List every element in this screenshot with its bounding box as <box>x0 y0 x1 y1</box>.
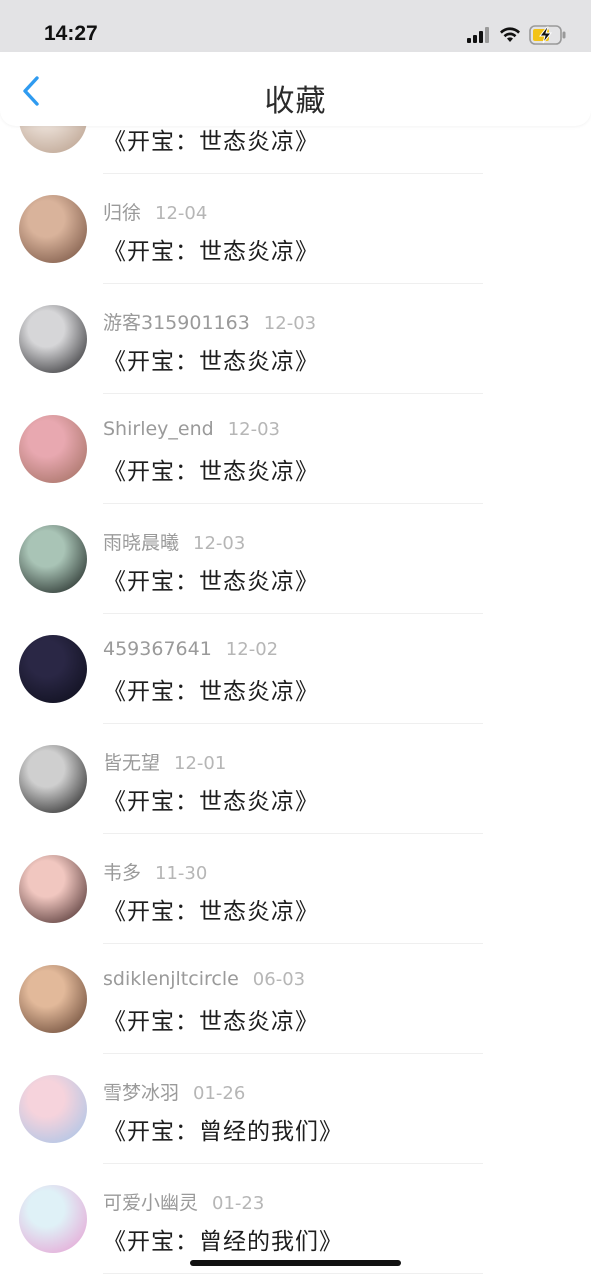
list-item[interactable]: 459367641 12-02 《开宝：世态炎凉》 <box>0 614 591 724</box>
item-title[interactable]: 《开宝：曾经的我们》 <box>103 1112 343 1146</box>
list-item[interactable]: 归徐 12-04 《开宝：世态炎凉》 <box>0 174 591 284</box>
item-title[interactable]: 《开宝：世态炎凉》 <box>103 672 319 706</box>
status-time: 14:27 <box>44 22 98 45</box>
home-indicator <box>190 1260 401 1266</box>
favorites-list-inner: 《开宝：世态炎凉》 归徐 12-04 《开宝：世态炎凉》 游客315901163 12-0… <box>0 126 591 1274</box>
favorites-list[interactable]: 《开宝：世态炎凉》 归徐 12-04 《开宝：世态炎凉》 游客315901163 12-0… <box>0 126 591 1280</box>
item-meta: 雨晓晨曦 12-03 <box>103 528 245 555</box>
item-title[interactable]: 《开宝：世态炎凉》 <box>103 782 319 816</box>
item-meta: 韦多 11-30 <box>103 858 207 885</box>
status-bar: 14:27 <box>0 0 591 52</box>
item-title[interactable]: 《开宝：世态炎凉》 <box>103 1002 319 1036</box>
item-date: 12-03 <box>263 313 317 334</box>
item-date: 12-01 <box>174 753 227 774</box>
item-meta: sdiklenjltcircle 06-03 <box>103 968 305 990</box>
item-meta: Shirley_end 12-03 <box>103 418 280 440</box>
signal-icon <box>467 27 489 43</box>
item-date: 01-23 <box>212 1193 265 1214</box>
user-name[interactable]: Shirley_end <box>103 418 214 440</box>
user-name[interactable]: 游客315901163 <box>103 312 250 334</box>
divider <box>103 1273 483 1274</box>
battery-charging-icon <box>529 25 566 45</box>
item-title[interactable]: 《开宝：世态炎凉》 <box>103 452 319 486</box>
user-name[interactable]: 459367641 <box>103 638 212 660</box>
page-title: 收藏 <box>264 84 327 119</box>
list-item[interactable]: 《开宝：世态炎凉》 <box>0 126 591 174</box>
navigation-bar: 收藏 <box>0 52 591 126</box>
wifi-icon <box>500 27 520 42</box>
item-date: 12-04 <box>155 203 208 224</box>
avatar[interactable] <box>19 965 87 1033</box>
item-title[interactable]: 《开宝：世态炎凉》 <box>103 342 319 376</box>
avatar[interactable] <box>19 635 87 703</box>
item-title[interactable]: 《开宝：世态炎凉》 <box>103 562 319 596</box>
status-icons <box>467 24 567 46</box>
avatar[interactable] <box>19 855 87 923</box>
item-date: 11-30 <box>155 863 208 884</box>
list-item[interactable]: 游客315901163 12-03 《开宝：世态炎凉》 <box>0 284 591 394</box>
avatar[interactable] <box>19 525 87 593</box>
avatar[interactable] <box>19 305 87 373</box>
item-meta: 雪梦冰羽 01-26 <box>103 1078 245 1105</box>
list-item[interactable]: sdiklenjltcircle 06-03 《开宝：世态炎凉》 <box>0 944 591 1054</box>
item-title[interactable]: 《开宝：曾经的我们》 <box>103 1222 343 1256</box>
list-item[interactable]: 雨晓晨曦 12-03 《开宝：世态炎凉》 <box>0 504 591 614</box>
user-name[interactable]: sdiklenjltcircle <box>103 968 239 990</box>
avatar[interactable] <box>19 415 87 483</box>
item-meta: 可爱小幽灵 01-23 <box>103 1188 264 1215</box>
avatar[interactable] <box>19 195 87 263</box>
item-date: 01-26 <box>193 1083 246 1104</box>
user-name[interactable]: 可爱小幽灵 <box>103 1192 198 1214</box>
avatar[interactable] <box>19 1075 87 1143</box>
user-name[interactable]: 归徐 <box>103 202 141 224</box>
item-date: 12-02 <box>225 639 279 660</box>
list-item[interactable]: 雪梦冰羽 01-26 《开宝：曾经的我们》 <box>0 1054 591 1164</box>
item-meta: 459367641 12-02 <box>103 638 278 660</box>
list-item[interactable]: 韦多 11-30 《开宝：世态炎凉》 <box>0 834 591 944</box>
item-title[interactable]: 《开宝：世态炎凉》 <box>103 232 319 266</box>
avatar[interactable] <box>19 745 87 813</box>
avatar[interactable] <box>19 126 87 153</box>
user-name[interactable]: 雪梦冰羽 <box>103 1082 179 1104</box>
avatar[interactable] <box>19 1185 87 1253</box>
user-name[interactable]: 皆无望 <box>103 752 160 774</box>
item-meta: 归徐 12-04 <box>103 198 207 225</box>
item-meta: 皆无望 12-01 <box>103 748 226 775</box>
item-date: 12-03 <box>227 419 281 440</box>
list-item[interactable]: 皆无望 12-01 《开宝：世态炎凉》 <box>0 724 591 834</box>
item-date: 06-03 <box>252 969 306 990</box>
item-meta: 游客315901163 12-03 <box>103 308 316 335</box>
user-name[interactable]: 雨晓晨曦 <box>103 532 179 554</box>
list-item[interactable]: Shirley_end 12-03 《开宝：世态炎凉》 <box>0 394 591 504</box>
user-name[interactable]: 韦多 <box>103 862 141 884</box>
item-title[interactable]: 《开宝：世态炎凉》 <box>103 892 319 926</box>
list-item[interactable]: 可爱小幽灵 01-23 《开宝：曾经的我们》 <box>0 1164 591 1274</box>
item-title[interactable]: 《开宝：世态炎凉》 <box>103 126 319 156</box>
item-date: 12-03 <box>193 533 246 554</box>
